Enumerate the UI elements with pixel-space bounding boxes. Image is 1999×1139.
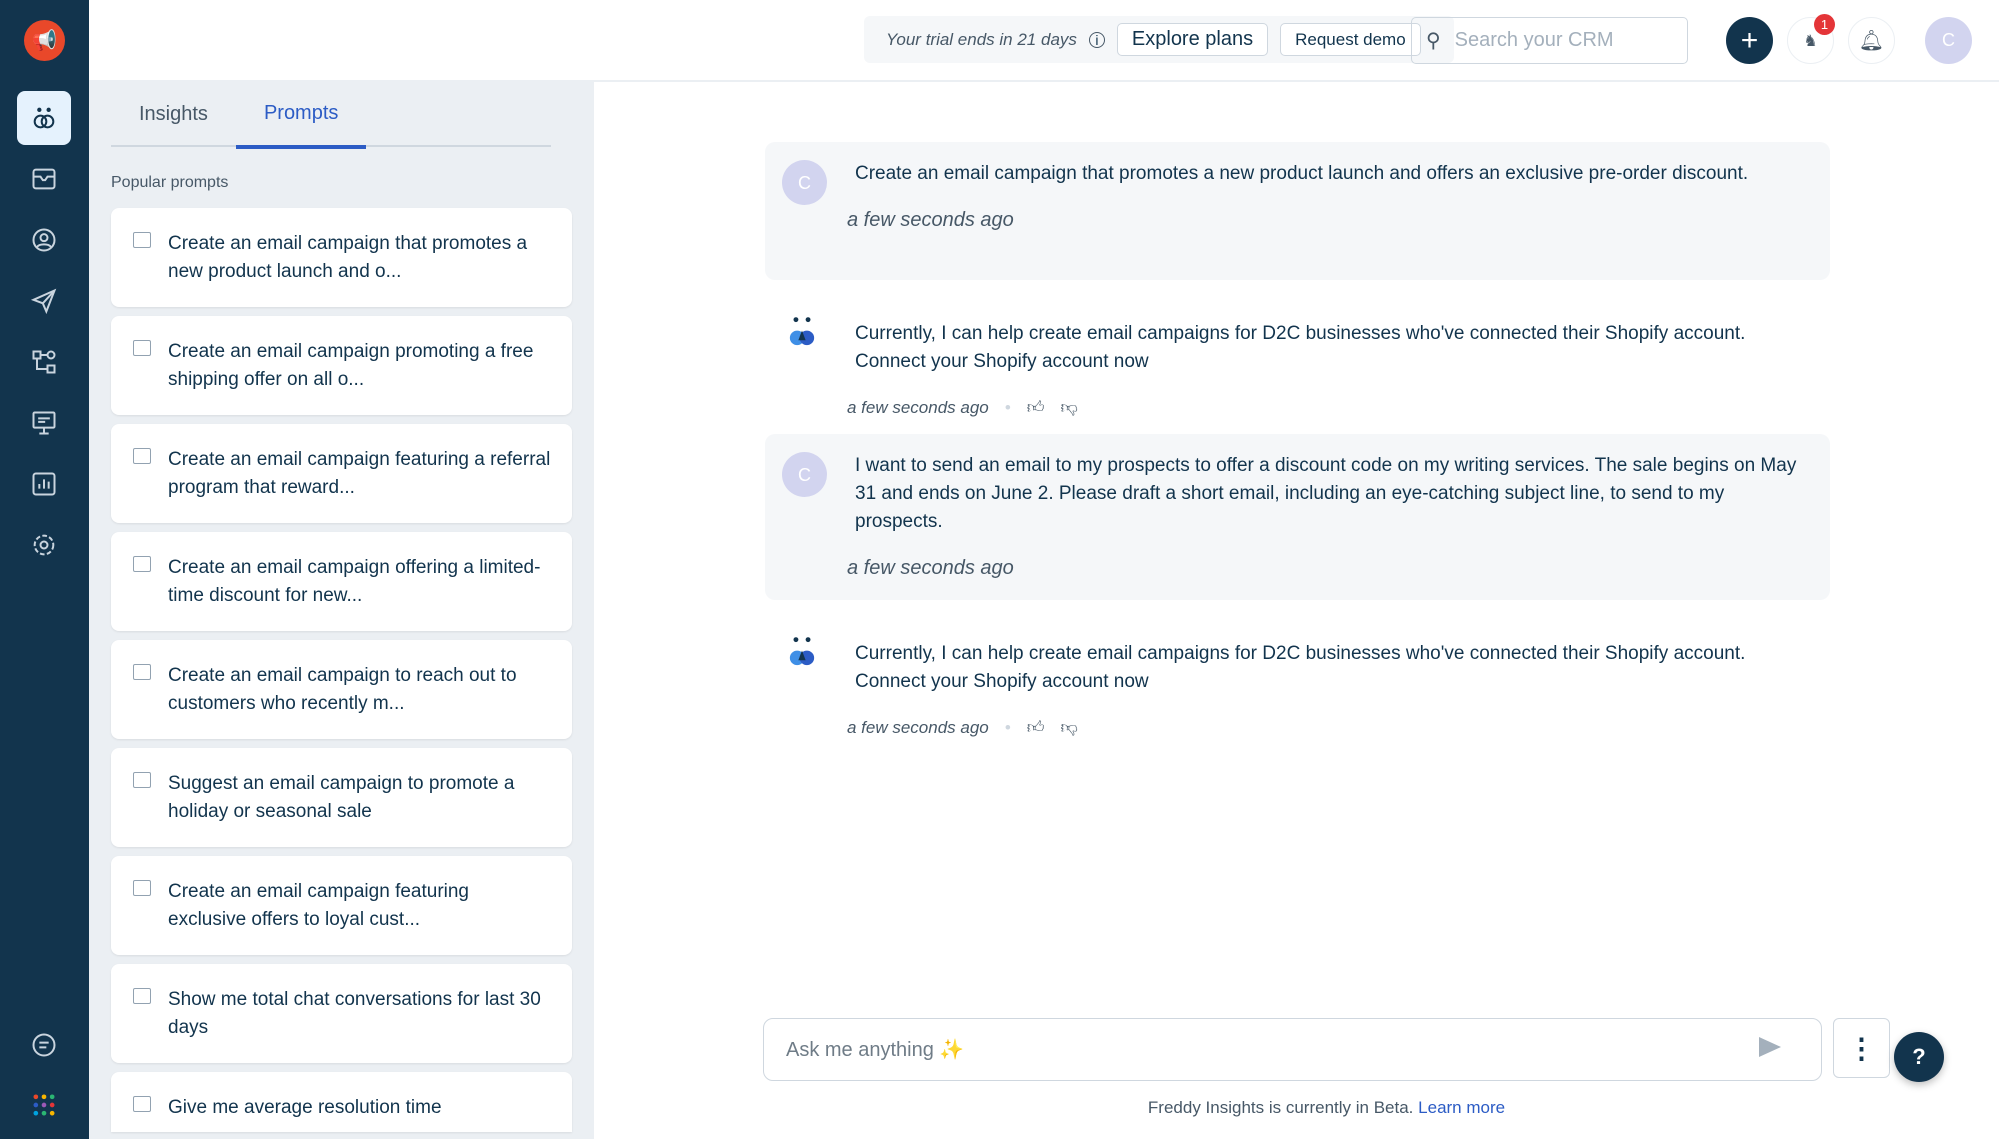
freddy-bot-icon xyxy=(787,316,817,359)
bot-message: Currently, I can help create email campa… xyxy=(765,622,1830,742)
section-title: Popular prompts xyxy=(111,174,229,191)
nav-conversations-icon[interactable] xyxy=(17,396,71,450)
user-avatar: C xyxy=(782,160,827,205)
message-text: I want to send an email to my prospects … xyxy=(855,455,1797,532)
beta-text: Freddy Insights is currently in Beta. xyxy=(1147,1098,1414,1117)
message-text: Create an email campaign that promotes a… xyxy=(855,163,1749,184)
logo-megaphone-icon[interactable]: 📢 xyxy=(24,20,65,61)
prompt-card[interactable]: Create an email campaign featuring exclu… xyxy=(111,856,572,955)
nav-inbox-icon[interactable] xyxy=(17,152,71,206)
trial-text: Your trial ends in 21 days xyxy=(886,29,1077,49)
tab-insights[interactable]: Insights xyxy=(111,82,236,147)
explore-plans-button[interactable]: Explore plans xyxy=(1116,23,1269,56)
prompt-card[interactable]: Create an email campaign offering a limi… xyxy=(111,532,572,631)
prompt-card[interactable]: Show me total chat conversations for las… xyxy=(111,964,572,1063)
sidebar: 📢 xyxy=(0,0,89,1139)
timestamp: a few seconds ago xyxy=(847,557,1014,579)
chat-bubble-icon xyxy=(133,880,151,896)
nav-settings-icon[interactable] xyxy=(17,518,71,572)
prompt-card[interactable]: Give me average resolution time xyxy=(111,1072,572,1132)
chat-bubble-icon xyxy=(133,556,151,572)
send-icon[interactable] xyxy=(1759,1037,1781,1057)
more-options-button[interactable]: ⋮ xyxy=(1833,1018,1890,1078)
prompt-card[interactable]: Create an email campaign featuring a ref… xyxy=(111,424,572,523)
user-avatar: C xyxy=(782,452,827,497)
message-text: Currently, I can help create email campa… xyxy=(855,643,1746,692)
notification-badge: 1 xyxy=(1814,14,1835,35)
nav-journeys-icon[interactable] xyxy=(17,335,71,389)
ask-input[interactable]: Ask me anything ✨ xyxy=(763,1018,1822,1081)
timestamp: a few seconds ago xyxy=(847,398,989,417)
announcements-icon[interactable]: ♞ 1 xyxy=(1787,14,1835,64)
prompt-text: Give me average resolution time xyxy=(168,1097,442,1118)
feedback-row: a few seconds ago • 👍︎ 👎︎ xyxy=(847,714,1810,742)
info-icon[interactable]: i xyxy=(1088,31,1105,48)
tab-prompts[interactable]: Prompts xyxy=(235,82,367,149)
thumbs-up-icon[interactable]: 👍︎ xyxy=(1027,714,1045,742)
prompt-card[interactable]: Create an email campaign promoting a fre… xyxy=(111,316,572,415)
top-bar: Your trial ends in 21 days i Explore pla… xyxy=(89,0,1999,82)
bell-icon[interactable]: 🔔︎ xyxy=(1848,17,1895,64)
chat-bubble-icon xyxy=(133,664,151,680)
prompt-text: Show me total chat conversations for las… xyxy=(168,989,541,1038)
search-icon: ⚲ xyxy=(1426,30,1441,52)
bot-message: Currently, I can help create email campa… xyxy=(765,302,1830,422)
chat-bubble-icon xyxy=(133,232,151,248)
search-input[interactable]: ⚲ Search your CRM xyxy=(1411,17,1688,64)
prompt-card[interactable]: Suggest an email campaign to promote a h… xyxy=(111,748,572,847)
thumbs-down-icon[interactable]: 👎︎ xyxy=(1060,714,1077,742)
nav-campaigns-icon[interactable] xyxy=(17,274,71,328)
user-avatar[interactable]: C xyxy=(1925,17,1972,64)
prompt-text: Create an email campaign featuring exclu… xyxy=(168,881,470,930)
request-demo-button[interactable]: Request demo xyxy=(1280,23,1421,56)
chat-bubble-icon xyxy=(133,340,151,356)
chat-bubble-icon xyxy=(133,1096,151,1112)
timestamp: a few seconds ago xyxy=(847,209,1014,231)
chat-bubble-icon xyxy=(133,988,151,1004)
nav-freddy-ai-icon[interactable] xyxy=(17,91,71,145)
prompt-text: Create an email campaign promoting a fre… xyxy=(168,341,534,390)
ask-placeholder: Ask me anything ✨ xyxy=(786,1039,965,1061)
timestamp: a few seconds ago xyxy=(847,718,989,737)
prompt-text: Create an email campaign offering a limi… xyxy=(168,557,541,606)
prompt-card[interactable]: Create an email campaign that promotes a… xyxy=(111,208,572,307)
chat-bubble-icon xyxy=(133,448,151,464)
freddy-bot-icon xyxy=(787,636,817,679)
chat-bubble-icon xyxy=(133,772,151,788)
prompt-card[interactable]: Create an email campaign to reach out to… xyxy=(111,640,572,739)
separator-dot: • xyxy=(1004,718,1011,737)
prompt-text: Create an email campaign featuring a ref… xyxy=(168,449,551,498)
apps-grid-icon[interactable] xyxy=(17,1078,71,1132)
beta-notice: Freddy Insights is currently in Beta. Le… xyxy=(594,1098,1999,1118)
add-button[interactable]: + xyxy=(1726,17,1773,64)
nav-chat-icon[interactable] xyxy=(17,1018,71,1072)
help-button[interactable]: ? xyxy=(1894,1032,1944,1082)
message-text: Currently, I can help create email campa… xyxy=(855,323,1746,372)
user-message: C Create an email campaign that promotes… xyxy=(765,142,1830,280)
thumbs-up-icon[interactable]: 👍︎ xyxy=(1027,394,1045,422)
search-placeholder: Search your CRM xyxy=(1454,29,1614,51)
thumbs-down-icon[interactable]: 👎︎ xyxy=(1060,394,1077,422)
prompt-text: Suggest an email campaign to promote a h… xyxy=(168,773,515,822)
chat-area: C Create an email campaign that promotes… xyxy=(594,82,1999,1139)
nav-contacts-icon[interactable] xyxy=(17,213,71,267)
nav-reports-icon[interactable] xyxy=(17,457,71,511)
trial-banner: Your trial ends in 21 days i Explore pla… xyxy=(864,16,1454,63)
prompt-text: Create an email campaign to reach out to… xyxy=(168,665,517,714)
user-message: C I want to send an email to my prospect… xyxy=(765,434,1830,600)
prompts-panel: Insights Prompts Popular prompts Create … xyxy=(89,82,594,1139)
separator-dot: • xyxy=(1004,398,1011,417)
prompt-text: Create an email campaign that promotes a… xyxy=(168,233,528,282)
feedback-row: a few seconds ago • 👍︎ 👎︎ xyxy=(847,394,1810,422)
learn-more-link[interactable]: Learn more xyxy=(1418,1098,1505,1117)
